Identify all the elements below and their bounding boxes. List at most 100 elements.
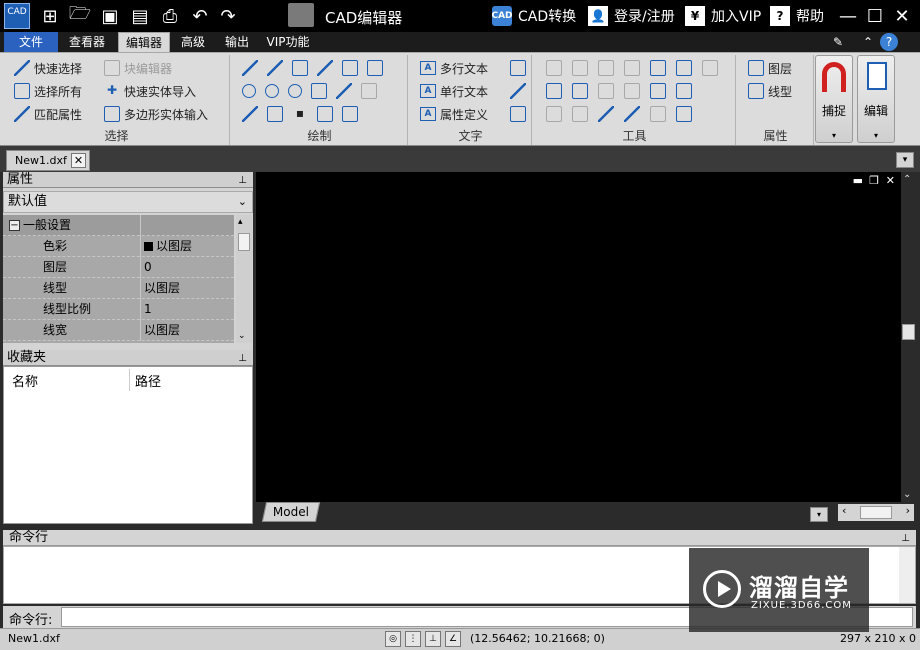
rotate-icon[interactable] — [572, 60, 588, 76]
pin-icon[interactable]: ⊥ — [901, 531, 910, 547]
edit-button[interactable]: 编辑 ▾ — [857, 55, 895, 143]
property-row[interactable]: 线型 以图层 — [3, 278, 234, 299]
new-file-icon[interactable]: ⊞ — [38, 4, 62, 28]
freehand-icon[interactable] — [242, 106, 258, 122]
print-icon[interactable]: ⎙ — [158, 4, 182, 28]
break-icon[interactable] — [546, 106, 562, 122]
vip-button[interactable]: ¥ 加入VIP — [685, 6, 761, 26]
property-category-row[interactable]: − 一般设置 — [3, 215, 234, 236]
polygon-entity-input-button[interactable]: 多边形实体输入 — [104, 104, 208, 124]
group-icon[interactable] — [650, 83, 666, 99]
circle-icon[interactable] — [242, 84, 256, 98]
array-icon[interactable] — [624, 60, 640, 76]
scroll-thumb[interactable] — [238, 233, 250, 251]
mirror-icon[interactable] — [598, 60, 614, 76]
scroll-down-icon[interactable]: ⌄ — [903, 489, 911, 500]
scroll-down-icon[interactable]: ⌄ — [238, 331, 246, 341]
scroll-right-icon[interactable]: › — [906, 504, 910, 517]
canvas-vertical-scrollbar[interactable]: ⌃ ⌄ — [901, 172, 916, 502]
tab-file[interactable]: 文件 — [4, 32, 58, 52]
drawing-canvas[interactable]: ▬ ❐ ✕ — [256, 172, 901, 502]
block-insert-icon[interactable] — [342, 60, 358, 76]
trim-icon[interactable] — [598, 83, 614, 99]
fillet-icon[interactable] — [598, 106, 614, 122]
canvas-restore-icon[interactable]: ❐ — [869, 174, 879, 187]
app-logo[interactable]: CAD — [4, 3, 30, 29]
stretch-icon[interactable] — [572, 83, 588, 99]
pin-icon[interactable]: ⊥ — [238, 351, 247, 367]
ortho-toggle-icon[interactable]: ⊥ — [425, 631, 441, 647]
close-icon[interactable]: ✕ — [890, 4, 914, 28]
scroll-thumb[interactable] — [860, 506, 892, 519]
property-row[interactable]: 线宽 以图层 — [3, 320, 234, 341]
scroll-up-icon[interactable]: ⌃ — [903, 174, 911, 185]
property-value[interactable]: 1 — [142, 299, 152, 320]
polar-toggle-icon[interactable]: ∠ — [445, 631, 461, 647]
quick-entity-import-button[interactable]: ✚ 快速实体导入 — [104, 81, 196, 101]
tab-list-dropdown-icon[interactable]: ▾ — [896, 152, 914, 168]
line-icon[interactable] — [242, 60, 258, 76]
cad-convert-button[interactable]: CAD CAD转换 — [491, 6, 576, 26]
undo-icon[interactable]: ↶ — [188, 4, 212, 28]
snap-toggle-icon[interactable]: ◎ — [385, 631, 401, 647]
canvas-close-icon[interactable]: ✕ — [886, 174, 895, 187]
offset-icon[interactable] — [650, 106, 666, 122]
minimize-icon[interactable]: — — [836, 4, 860, 28]
pen-icon[interactable] — [336, 83, 352, 99]
scroll-left-icon[interactable]: ‹ — [842, 504, 846, 517]
favorites-list[interactable]: 名称 路径 — [3, 366, 253, 524]
hatch-select-icon[interactable] — [367, 60, 383, 76]
layers-button[interactable]: 图层 — [748, 58, 792, 78]
save-as-icon[interactable]: ▤ — [128, 4, 152, 28]
select-all-button[interactable]: 选择所有 — [14, 81, 82, 101]
measure-icon[interactable] — [676, 106, 692, 122]
table-icon[interactable] — [342, 106, 358, 122]
maximize-icon[interactable]: ☐ — [863, 4, 887, 28]
layout-tab-model[interactable]: Model — [261, 502, 321, 522]
layout-dropdown-icon[interactable]: ▾ — [810, 507, 828, 522]
tab-editor[interactable]: 编辑器 — [118, 32, 170, 52]
erase-icon[interactable] — [702, 60, 718, 76]
explode-icon[interactable] — [676, 60, 692, 76]
text-find-icon[interactable] — [510, 106, 526, 122]
favorites-column-path[interactable]: 路径 — [135, 371, 161, 390]
scroll-up-icon[interactable]: ▴ — [238, 217, 243, 227]
block-editor-button[interactable]: 块编辑器 — [104, 58, 172, 78]
attdef-button[interactable]: A 属性定义 — [420, 104, 488, 124]
quick-select-button[interactable]: 快速选择 — [14, 58, 82, 78]
copy-disabled-icon[interactable] — [361, 83, 377, 99]
mtext-button[interactable]: A 多行文本 — [420, 58, 488, 78]
move-icon[interactable] — [546, 60, 562, 76]
save-icon[interactable]: ▣ — [98, 4, 122, 28]
properties-selector[interactable]: 默认值 ⌄ — [3, 191, 253, 213]
circle-3p-icon[interactable] — [265, 84, 279, 98]
redo-icon[interactable]: ↷ — [216, 4, 240, 28]
property-row[interactable]: 色彩 以图层 — [3, 236, 234, 257]
property-row[interactable]: 图层 0 — [3, 257, 234, 278]
rectangle-icon[interactable] — [292, 60, 308, 76]
ungroup-icon[interactable] — [676, 83, 692, 99]
property-value[interactable]: 以图层 — [142, 278, 180, 299]
pin-icon[interactable]: ⊥ — [238, 173, 247, 189]
hatch-icon[interactable] — [267, 106, 283, 122]
document-tab[interactable]: New1.dxf ✕ — [6, 150, 90, 171]
about-icon[interactable]: ? — [880, 33, 898, 51]
skin-icon[interactable]: ✎ — [828, 32, 848, 52]
tab-viewer[interactable]: 查看器 — [64, 32, 110, 52]
point-icon[interactable]: ▪ — [292, 106, 308, 122]
tab-vip[interactable]: VIP功能 — [262, 32, 314, 52]
spline-icon[interactable] — [317, 60, 333, 76]
property-value[interactable]: 以图层 — [142, 236, 192, 257]
open-folder-icon[interactable]: 🗁 — [68, 3, 92, 28]
image-icon[interactable] — [317, 106, 333, 122]
canvas-horizontal-scrollbar[interactable]: ‹ › — [838, 504, 914, 521]
single-text-button[interactable]: A 单行文本 — [420, 81, 488, 101]
tab-output[interactable]: 输出 — [220, 32, 254, 52]
scale-icon[interactable] — [546, 83, 562, 99]
extend-icon[interactable] — [624, 83, 640, 99]
collapse-ribbon-icon[interactable]: ⌃ — [860, 32, 876, 52]
linetype-button[interactable]: 线型 — [748, 81, 792, 101]
join-icon[interactable] — [572, 106, 588, 122]
tab-advanced[interactable]: 高级 — [176, 32, 210, 52]
match-properties-button[interactable]: 匹配属性 — [14, 104, 82, 124]
